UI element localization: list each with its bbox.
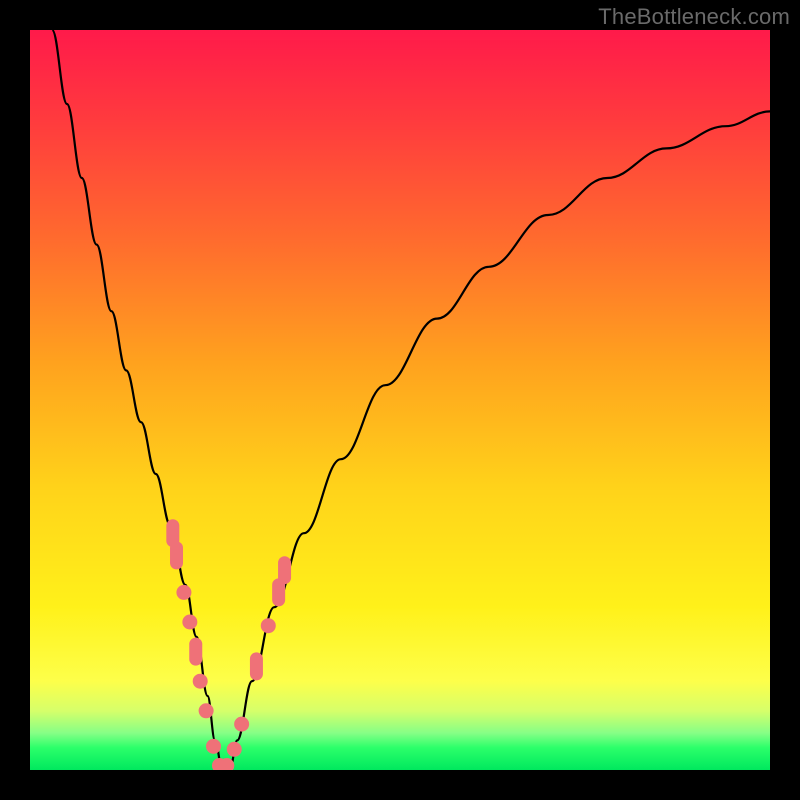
watermark-label: TheBottleneck.com — [598, 4, 790, 30]
data-marker — [170, 541, 183, 569]
chart-frame: TheBottleneck.com — [0, 0, 800, 800]
data-marker — [206, 739, 221, 754]
data-marker — [250, 652, 263, 680]
bottleneck-curve — [52, 30, 770, 770]
data-marker — [261, 618, 276, 633]
data-marker — [199, 703, 214, 718]
curve-svg — [30, 30, 770, 770]
data-marker — [278, 556, 291, 584]
data-marker — [182, 615, 197, 630]
data-marker — [189, 638, 202, 666]
data-marker — [227, 742, 242, 757]
data-marker — [176, 585, 191, 600]
data-markers — [166, 519, 291, 770]
plot-area — [30, 30, 770, 770]
data-marker — [193, 674, 208, 689]
data-marker — [234, 717, 249, 732]
